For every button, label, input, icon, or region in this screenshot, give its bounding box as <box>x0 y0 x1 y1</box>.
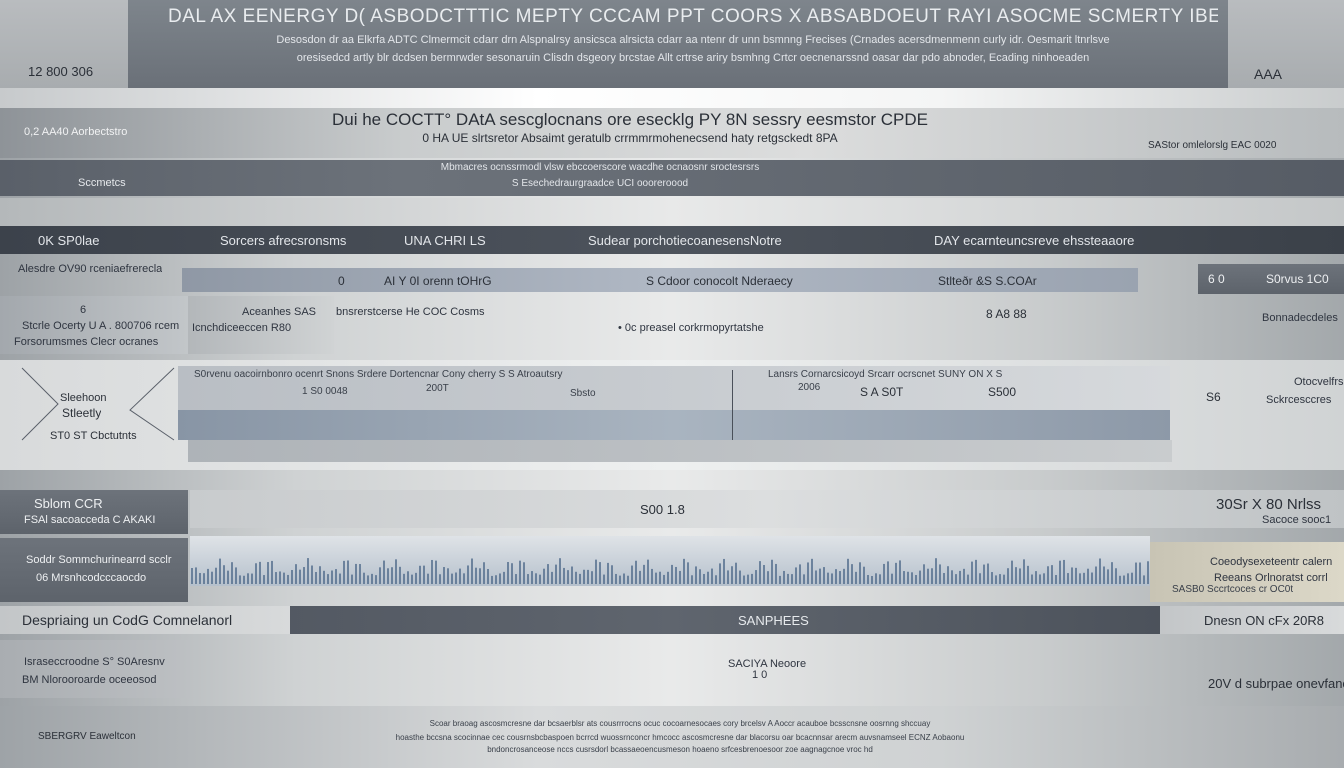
row-value: 30Sr X 80 Nrlss <box>1216 496 1322 513</box>
detail-value: S A S0T <box>860 385 904 399</box>
header-right-panel <box>1228 0 1344 88</box>
marker-line <box>732 370 733 440</box>
waveform-chart <box>191 558 1149 584</box>
row-value: Aceanhes SAS <box>242 306 316 318</box>
table-row[interactable] <box>190 490 1344 528</box>
row-value: S00 1.8 <box>640 502 685 517</box>
column-header[interactable]: DAY ecarnteuncsreve ehssteaaore <box>934 233 1134 248</box>
header-right-label: AAA <box>1254 66 1283 82</box>
summary-right-label: SAStor omlelorslg EAC 0020 <box>1148 140 1277 151</box>
row-label: BM Nlorooroarde oceeosod <box>22 674 157 686</box>
detail-value: Sbsto <box>570 388 596 399</box>
row-value: 0 <box>338 274 345 288</box>
column-header[interactable]: 0K SP0lae <box>38 233 99 248</box>
info-line: Coeodysexeteentr calern <box>1210 556 1333 568</box>
detail-value: S500 <box>988 385 1017 399</box>
info-line: Reeans Orlnoratst corrl <box>1214 572 1328 584</box>
row-label: ST0 ST Cbctutnts <box>50 430 137 442</box>
section-right: Dnesn ON cFx 20R8 <box>1204 613 1324 628</box>
page-title: DAL AX EENERGY D( ASBODCTTTIC MEPTY CCCA… <box>168 6 1218 27</box>
status-label: S0rvus 1C0 <box>1266 272 1329 286</box>
detail-line: Lansrs Cornarcsicoyd Srcarr ocrscnet SUN… <box>768 369 1003 380</box>
row-label: Soddr Sommchurinearrd scclr <box>26 554 172 566</box>
row-label-panel <box>0 640 190 698</box>
info-line: SASB0 Sccrtcoces cr OC0t <box>1172 584 1294 595</box>
column-header[interactable]: UNA CHRI LS <box>404 233 486 248</box>
column-header[interactable]: Sudear porchotiecoanesensNotre <box>588 233 782 248</box>
detail-value: 1 S0 0048 <box>302 386 348 397</box>
row-value: bnsrerstcerse He COC Cosms <box>336 306 485 318</box>
row-label: Forsorumsmes Clecr ocranes <box>14 336 159 348</box>
header-subtitle-1: Desosdon dr aa Elkrfa ADTC Clmermcit cda… <box>276 34 1110 46</box>
detail-right-label: Otocvelfrs <box>1294 376 1344 388</box>
footer-text: hoasthe bccsna scocinnae cec cousrnsbcba… <box>395 733 965 742</box>
header-subtitle-2: oresisedcd artly blr dcdsen bermrwder se… <box>296 52 1090 64</box>
column-header[interactable]: Sorcers afrecsronsms <box>220 233 346 248</box>
summary-title: Dui he COCTT° DAtA sescglocnans ore esec… <box>331 110 929 129</box>
detail-bar[interactable] <box>178 410 1170 440</box>
row-value: Sacoce sooc1 <box>1262 514 1332 526</box>
spacer-band <box>0 198 1344 226</box>
row-value: Bonnadecdeles <box>1262 312 1338 324</box>
detail-footer-bar <box>188 440 1172 462</box>
row-value: • 0c preasel corkrmopyrtatshe <box>618 322 764 334</box>
row-value: 8 A8 88 <box>986 307 1027 321</box>
header-code: 12 800 306 <box>28 64 94 79</box>
row-label: FSAl sacoacceda C AKAKI <box>24 514 156 526</box>
status-code: 6 0 <box>1208 272 1225 286</box>
detail-right-label: Sckrcesccres <box>1266 394 1332 406</box>
footer-label: SBERGRV Eaweltcon <box>38 731 136 742</box>
row-label: Stleetly <box>62 406 102 420</box>
row-label: Sleehoon <box>60 392 107 404</box>
detail-value: 2006 <box>798 382 821 393</box>
row-value: 20V d subrpae onevfanoe <box>1208 676 1344 691</box>
summary-left-label: 0,2 AA40 Aorbectstro <box>24 126 128 138</box>
row-label: Sblom CCR <box>34 496 103 511</box>
row-number: 6 <box>80 304 87 316</box>
row-label: 06 Mrsnhcodcccaocdo <box>36 572 147 584</box>
row-label: Alesdre OV90 rceniaefrerecla <box>18 263 163 275</box>
section-center: SANPHEES <box>738 613 809 628</box>
footer-text: Scoar braoag ascosmcresne dar bcsaerblsr… <box>429 719 931 728</box>
row-value: S Cdoor conocolt Nderaecy <box>646 274 793 288</box>
detail-code: S6 <box>1206 390 1221 404</box>
detail-value: 200T <box>426 383 449 394</box>
row-label: Stcrle Ocerty U A . 800706 rcem <box>22 320 180 332</box>
overview-label: Sccmetcs <box>78 177 126 189</box>
row-value: Stlteðr &S S.COAr <box>938 274 1037 288</box>
row-label: Israseccroodne S° S0Aresnv <box>24 656 165 668</box>
row-value: AI Y 0I orenn tOHrG <box>384 274 492 288</box>
detail-line: S0rvenu oacoirnbonro ocenrt Snons Srdere… <box>194 369 563 380</box>
section-title: Despriaing un CodG Comnelanorl <box>22 612 233 628</box>
footer-text: bndoncrosanceose nccs cusrsdorl bcassaeo… <box>487 745 873 754</box>
summary-subtitle: 0 HA UE slrtsretor Absaimt geratulb crrm… <box>422 131 838 145</box>
overview-line-2: S Esechedraurgraadce UCI oooreroood <box>511 178 689 189</box>
header-divider <box>0 88 1344 108</box>
row-label-panel <box>0 538 188 602</box>
row-value: Icnchdiceeccen R80 <box>192 322 292 334</box>
row-value: 1 0 <box>752 669 768 681</box>
overview-line-1: Mbmacres ocnssrmodl vlsw ebccoerscore wa… <box>440 162 760 173</box>
